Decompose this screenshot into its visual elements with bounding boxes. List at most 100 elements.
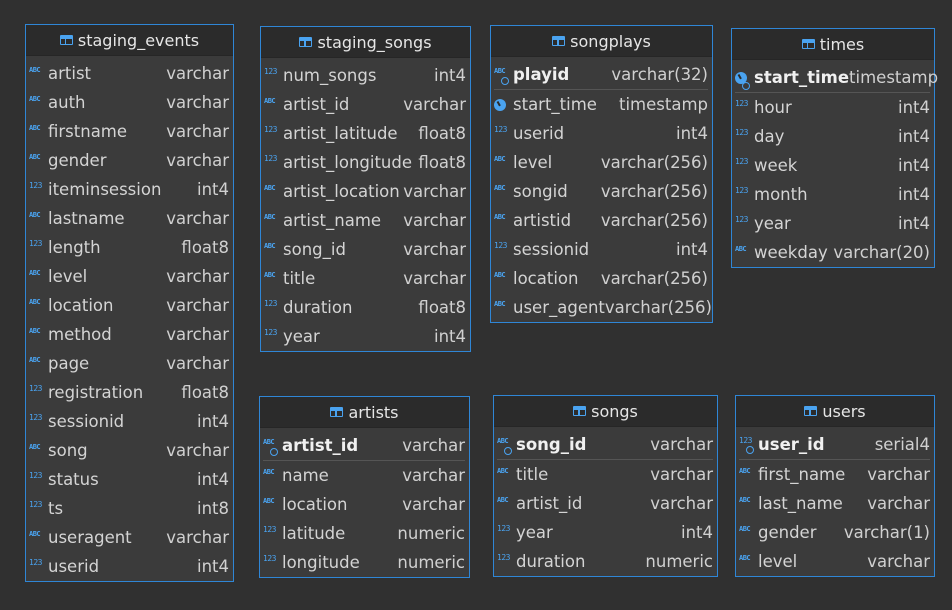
- column-name: title: [516, 465, 549, 484]
- column-name: day: [754, 127, 785, 146]
- table-header[interactable]: times: [732, 29, 934, 60]
- column-name: title: [283, 269, 316, 288]
- primary-key-row[interactable]: 123 user_id serial4: [739, 430, 930, 460]
- table-header[interactable]: songplays: [491, 26, 712, 57]
- column-row[interactable]: 123 artist_latitude float8: [264, 119, 466, 148]
- column-row[interactable]: ABC location varchar: [263, 490, 465, 519]
- column-row[interactable]: ABC artist_name varchar: [264, 206, 466, 235]
- column-row[interactable]: 123 longitude numeric: [263, 548, 465, 577]
- column-name: location: [48, 296, 114, 315]
- column-row[interactable]: 123 userid int4: [494, 119, 708, 148]
- column-row[interactable]: 123 duration float8: [264, 293, 466, 322]
- column-row[interactable]: ABC level varchar(256): [494, 148, 708, 177]
- column-row[interactable]: ABC name varchar: [263, 461, 465, 490]
- column-name: gender: [48, 151, 107, 170]
- table-header[interactable]: artists: [260, 397, 469, 428]
- column-name: artist_id: [516, 494, 583, 513]
- table-artists[interactable]: artists ABC artist_id varchar ABC name varchar…: [259, 396, 470, 578]
- column-row[interactable]: 123 num_songs int4: [264, 61, 466, 90]
- numeric-type-icon: 123: [29, 384, 42, 393]
- column-row[interactable]: 123 year int4: [264, 322, 466, 351]
- column-row[interactable]: ABC auth varchar: [29, 88, 229, 117]
- column-row[interactable]: 123 year int4: [735, 209, 930, 238]
- table-header[interactable]: staging_songs: [261, 27, 470, 58]
- table-icon: [59, 35, 73, 45]
- column-row[interactable]: 123 year int4: [497, 518, 713, 547]
- column-row[interactable]: 123 status int4: [29, 465, 229, 494]
- text-type-icon: ABC: [263, 496, 275, 505]
- primary-key-row[interactable]: start_time timestamp: [735, 63, 938, 93]
- column-name: userid: [48, 557, 100, 576]
- column-row[interactable]: 123 userid int4: [29, 552, 229, 581]
- table-staging-songs[interactable]: staging_songs 123 num_songs int4 ABC artist_i…: [260, 26, 471, 352]
- column-row[interactable]: ABC title varchar: [264, 264, 466, 293]
- column-row[interactable]: 123 sessionid int4: [29, 407, 229, 436]
- column-row[interactable]: ABC title varchar: [497, 460, 713, 489]
- column-type: int8: [196, 499, 229, 518]
- column-row[interactable]: ABC page varchar: [29, 349, 229, 378]
- column-name: level: [758, 552, 798, 571]
- column-row[interactable]: 123 iteminsession int4: [29, 175, 229, 204]
- column-row[interactable]: ABC method varchar: [29, 320, 229, 349]
- column-row[interactable]: ABC last_name varchar: [739, 489, 930, 518]
- column-row[interactable]: ABC first_name varchar: [739, 460, 930, 489]
- column-row[interactable]: 123 registration float8: [29, 378, 229, 407]
- column-name: weekday: [754, 243, 828, 262]
- table-icon: [801, 39, 815, 49]
- column-row[interactable]: ABC artist_id varchar: [497, 489, 713, 518]
- column-row[interactable]: 123 month int4: [735, 180, 930, 209]
- column-row[interactable]: 123 artist_longitude float8: [264, 148, 466, 177]
- column-row[interactable]: ABC firstname varchar: [29, 117, 229, 146]
- primary-key-row[interactable]: ABC playid varchar(32): [494, 60, 708, 90]
- column-row[interactable]: ABC songid varchar(256): [494, 177, 708, 206]
- column-row[interactable]: 123 ts int8: [29, 494, 229, 523]
- column-row[interactable]: ABC artist_id varchar: [264, 90, 466, 119]
- column-row[interactable]: ABC song varchar: [29, 436, 229, 465]
- column-row[interactable]: ABC artistid varchar(256): [494, 206, 708, 235]
- column-row[interactable]: ABC weekday varchar(20): [735, 238, 930, 267]
- table-songplays[interactable]: songplays ABC playid varchar(32) start_time t…: [490, 25, 713, 323]
- column-type: varchar(256): [600, 153, 708, 172]
- column-row[interactable]: 123 latitude numeric: [263, 519, 465, 548]
- column-row[interactable]: ABC location varchar: [29, 291, 229, 320]
- table-header[interactable]: users: [736, 396, 934, 427]
- column-row[interactable]: ABC level varchar: [739, 547, 930, 576]
- column-row[interactable]: 123 hour int4: [735, 93, 930, 122]
- column-name: artist_id: [282, 436, 359, 455]
- primary-key-row[interactable]: ABC artist_id varchar: [263, 431, 465, 461]
- column-row[interactable]: 123 week int4: [735, 151, 930, 180]
- column-row[interactable]: ABC artist varchar: [29, 59, 229, 88]
- table-songs[interactable]: songs ABC song_id varchar ABC title varchar ABC…: [493, 395, 718, 577]
- column-row[interactable]: 123 day int4: [735, 122, 930, 151]
- column-row[interactable]: 123 length float8: [29, 233, 229, 262]
- primary-key-row[interactable]: ABC song_id varchar: [497, 430, 713, 460]
- text-type-icon: ABC: [29, 326, 41, 335]
- numeric-type-icon: 123: [264, 154, 277, 163]
- table-header[interactable]: songs: [494, 396, 717, 427]
- column-row[interactable]: ABC location varchar(256): [494, 264, 708, 293]
- column-row[interactable]: ABC gender varchar: [29, 146, 229, 175]
- column-name: latitude: [282, 524, 346, 543]
- column-row[interactable]: ABC useragent varchar: [29, 523, 229, 552]
- column-type: varchar: [166, 64, 229, 83]
- table-staging-events[interactable]: staging_events ABC artist varchar ABC auth var…: [25, 24, 234, 582]
- column-row[interactable]: ABC gender varchar(1): [739, 518, 930, 547]
- column-row[interactable]: ABC user_agent varchar(256): [494, 293, 712, 322]
- column-row[interactable]: start_time timestamp: [494, 90, 708, 119]
- column-row[interactable]: ABC song_id varchar: [264, 235, 466, 264]
- table-times[interactable]: times start_time timestamp 123 hour int4 123 da…: [731, 28, 938, 268]
- column-row[interactable]: ABC artist_location varchar: [264, 177, 466, 206]
- column-name: playid: [513, 65, 570, 84]
- column-row[interactable]: 123 duration numeric: [497, 547, 713, 576]
- text-type-icon: ABC: [494, 154, 506, 163]
- table-users[interactable]: users 123 user_id serial4 ABC first_name varch…: [735, 395, 935, 577]
- table-header[interactable]: staging_events: [26, 25, 233, 56]
- text-type-icon: ABC: [739, 553, 751, 562]
- column-name: iteminsession: [48, 180, 162, 199]
- column-row[interactable]: 123 sessionid int4: [494, 235, 708, 264]
- column-type: float8: [181, 383, 229, 402]
- column-name: duration: [283, 298, 353, 317]
- column-row[interactable]: ABC level varchar: [29, 262, 229, 291]
- column-row[interactable]: ABC lastname varchar: [29, 204, 229, 233]
- numeric-type-icon: 123: [735, 157, 748, 166]
